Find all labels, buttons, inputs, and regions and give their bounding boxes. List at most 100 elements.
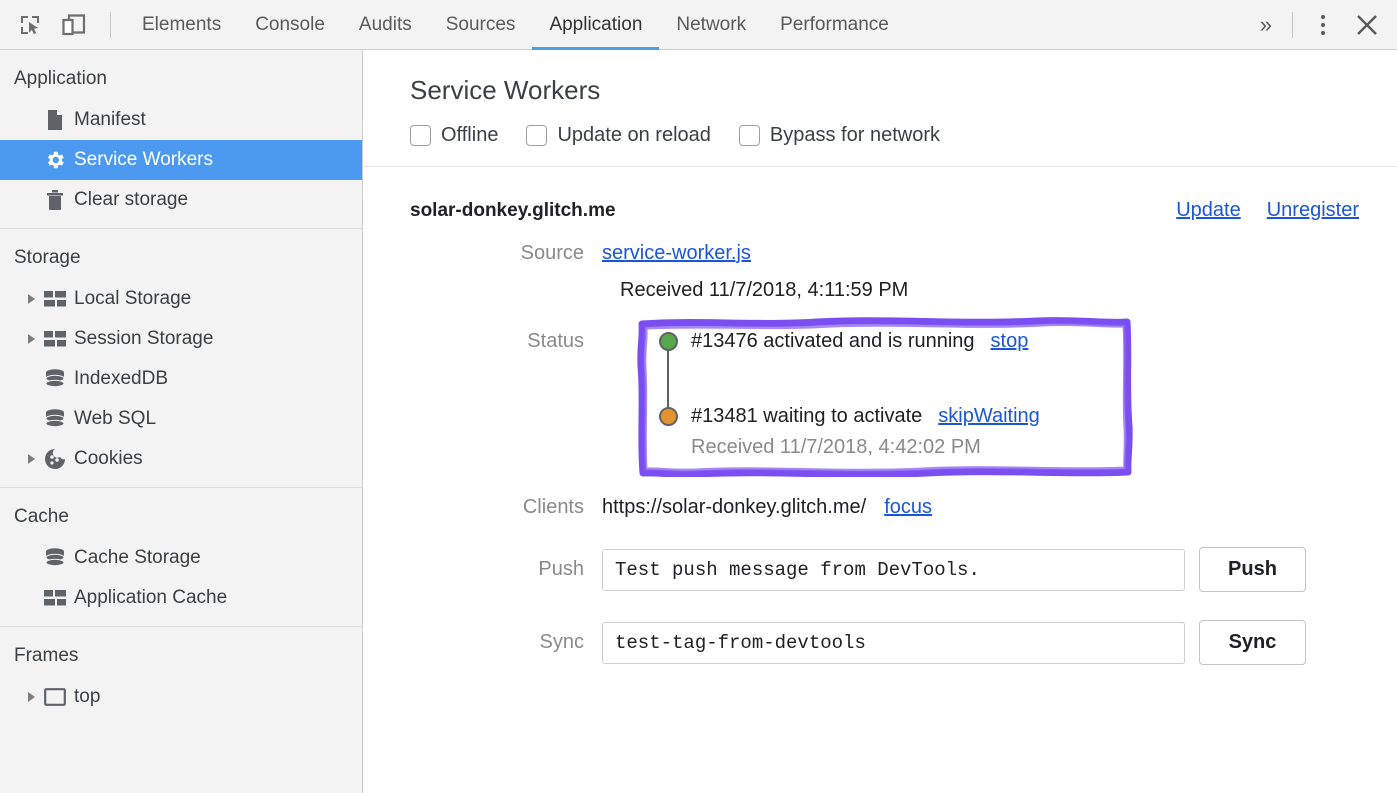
sidebar-section-title-cache: Cache bbox=[0, 494, 362, 538]
origin-actions: Update Unregister bbox=[1176, 199, 1359, 222]
toolbar-divider bbox=[110, 12, 111, 38]
service-worker-origin-row: solar-donkey.glitch.me Update Unregister bbox=[364, 167, 1397, 222]
sidebar-item-application-cache[interactable]: Application Cache bbox=[0, 578, 362, 618]
service-workers-panel: Service Workers Offline Update on reload… bbox=[364, 50, 1397, 793]
sidebar-item-cookies[interactable]: Cookies bbox=[0, 439, 362, 479]
sidebar-item-manifest[interactable]: Manifest bbox=[0, 100, 362, 140]
database-icon bbox=[40, 408, 70, 430]
table-icon bbox=[40, 330, 70, 348]
checkbox-bypass-for-network-label: Bypass for network bbox=[770, 124, 940, 147]
devtools-toolbar: Elements Console Audits Sources Applicat… bbox=[0, 0, 1397, 50]
source-row: Source service-worker.js bbox=[364, 242, 1397, 265]
skip-waiting-link[interactable]: skipWaiting bbox=[938, 405, 1040, 428]
tab-sources-label: Sources bbox=[446, 14, 516, 36]
sidebar-item-cache-storage[interactable]: Cache Storage bbox=[0, 538, 362, 578]
device-toolbar-button[interactable] bbox=[52, 5, 96, 45]
checkbox-offline-box[interactable] bbox=[410, 125, 431, 146]
document-icon bbox=[40, 109, 70, 131]
stop-link[interactable]: stop bbox=[991, 330, 1029, 353]
status-label: Status bbox=[364, 330, 602, 353]
checkbox-update-on-reload-label: Update on reload bbox=[557, 124, 710, 147]
sync-input[interactable] bbox=[602, 622, 1185, 664]
close-button[interactable] bbox=[1343, 5, 1391, 45]
sidebar-item-label: Clear storage bbox=[70, 189, 188, 211]
status-dot-active bbox=[659, 332, 678, 351]
sidebar-item-top-frame[interactable]: top bbox=[0, 677, 362, 717]
more-tabs-icon[interactable]: » bbox=[1250, 12, 1282, 38]
kebab-dot bbox=[1321, 31, 1325, 35]
checkbox-update-on-reload-box[interactable] bbox=[526, 125, 547, 146]
status-connector-line bbox=[667, 340, 669, 415]
source-file-link[interactable]: service-worker.js bbox=[602, 242, 751, 265]
clients-label: Clients bbox=[364, 496, 602, 519]
sidebar-section-title-frames: Frames bbox=[0, 633, 362, 677]
sidebar-section-title-application: Application bbox=[0, 56, 362, 100]
checkbox-update-on-reload[interactable]: Update on reload bbox=[526, 124, 710, 147]
chevron-right-icon[interactable] bbox=[22, 454, 40, 464]
push-button[interactable]: Push bbox=[1199, 547, 1306, 592]
chevron-right-icon[interactable] bbox=[22, 334, 40, 344]
sync-button[interactable]: Sync bbox=[1199, 620, 1306, 665]
tab-audits[interactable]: Audits bbox=[342, 0, 429, 50]
tab-console-label: Console bbox=[255, 14, 325, 36]
page-title: Service Workers bbox=[364, 50, 1397, 106]
tab-audits-label: Audits bbox=[359, 14, 412, 36]
sidebar-item-local-storage[interactable]: Local Storage bbox=[0, 279, 362, 319]
sidebar-item-service-workers[interactable]: Service Workers bbox=[0, 140, 362, 180]
status-entry-waiting-text: #13481 waiting to activate bbox=[691, 405, 922, 428]
tab-network-label: Network bbox=[676, 14, 746, 36]
service-worker-options-row: Offline Update on reload Bypass for netw… bbox=[364, 106, 1397, 147]
sidebar-item-web-sql[interactable]: Web SQL bbox=[0, 399, 362, 439]
client-url: https://solar-donkey.glitch.me/ bbox=[602, 496, 866, 519]
update-link[interactable]: Update bbox=[1176, 199, 1241, 222]
frame-icon bbox=[40, 688, 70, 706]
checkbox-offline[interactable]: Offline bbox=[410, 124, 498, 147]
devtools-window: Elements Console Audits Sources Applicat… bbox=[0, 0, 1397, 793]
sidebar-section-frames: Frames top bbox=[0, 627, 362, 717]
sidebar-item-label: Session Storage bbox=[70, 328, 213, 350]
tab-console[interactable]: Console bbox=[238, 0, 342, 50]
tab-network[interactable]: Network bbox=[659, 0, 763, 50]
sidebar-item-clear-storage[interactable]: Clear storage bbox=[0, 180, 362, 220]
sidebar-section-application: Application Manifest Ser bbox=[0, 50, 362, 229]
kebab-dot bbox=[1321, 23, 1325, 27]
device-toolbar-icon bbox=[61, 13, 87, 37]
sidebar-section-title-storage: Storage bbox=[0, 235, 362, 279]
checkbox-bypass-for-network[interactable]: Bypass for network bbox=[739, 124, 940, 147]
tab-application[interactable]: Application bbox=[532, 0, 659, 50]
sidebar-section-cache: Cache Cache Storage bbox=[0, 488, 362, 627]
inspect-element-icon bbox=[18, 13, 42, 37]
status-entry-waiting: #13481 waiting to activate skipWaiting bbox=[659, 405, 1133, 428]
kebab-dot bbox=[1321, 15, 1325, 19]
tab-elements[interactable]: Elements bbox=[125, 0, 238, 50]
focus-link[interactable]: focus bbox=[884, 496, 932, 519]
status-entry-active-text: #13476 activated and is running bbox=[691, 330, 975, 353]
push-input[interactable] bbox=[602, 549, 1185, 591]
database-icon bbox=[40, 368, 70, 390]
trash-icon bbox=[40, 189, 70, 211]
database-icon bbox=[40, 547, 70, 569]
sidebar-item-label: top bbox=[70, 686, 100, 708]
status-dot-waiting bbox=[659, 407, 678, 426]
table-icon bbox=[40, 290, 70, 308]
sidebar-item-label: IndexedDB bbox=[70, 368, 168, 390]
push-row: Push Push bbox=[364, 547, 1397, 592]
inspect-element-button[interactable] bbox=[8, 5, 52, 45]
gear-icon bbox=[40, 149, 70, 171]
table-icon bbox=[40, 589, 70, 607]
checkbox-bypass-for-network-box[interactable] bbox=[739, 125, 760, 146]
sidebar-item-session-storage[interactable]: Session Storage bbox=[0, 319, 362, 359]
status-block: Status #13476 activated and is running s… bbox=[364, 316, 1397, 486]
source-received-text: Received 11/7/2018, 4:11:59 PM bbox=[364, 279, 1397, 302]
chevron-right-icon[interactable] bbox=[22, 692, 40, 702]
unregister-link[interactable]: Unregister bbox=[1267, 199, 1359, 222]
sync-row: Sync Sync bbox=[364, 620, 1397, 665]
tab-performance[interactable]: Performance bbox=[763, 0, 906, 50]
application-sidebar: Application Manifest Ser bbox=[0, 50, 363, 793]
tab-sources[interactable]: Sources bbox=[429, 0, 533, 50]
sidebar-item-label: Manifest bbox=[70, 109, 146, 131]
status-entries: #13476 activated and is running stop #13… bbox=[637, 316, 1133, 459]
sidebar-item-indexeddb[interactable]: IndexedDB bbox=[0, 359, 362, 399]
chevron-right-icon[interactable] bbox=[22, 294, 40, 304]
more-options-icon[interactable] bbox=[1303, 5, 1343, 45]
